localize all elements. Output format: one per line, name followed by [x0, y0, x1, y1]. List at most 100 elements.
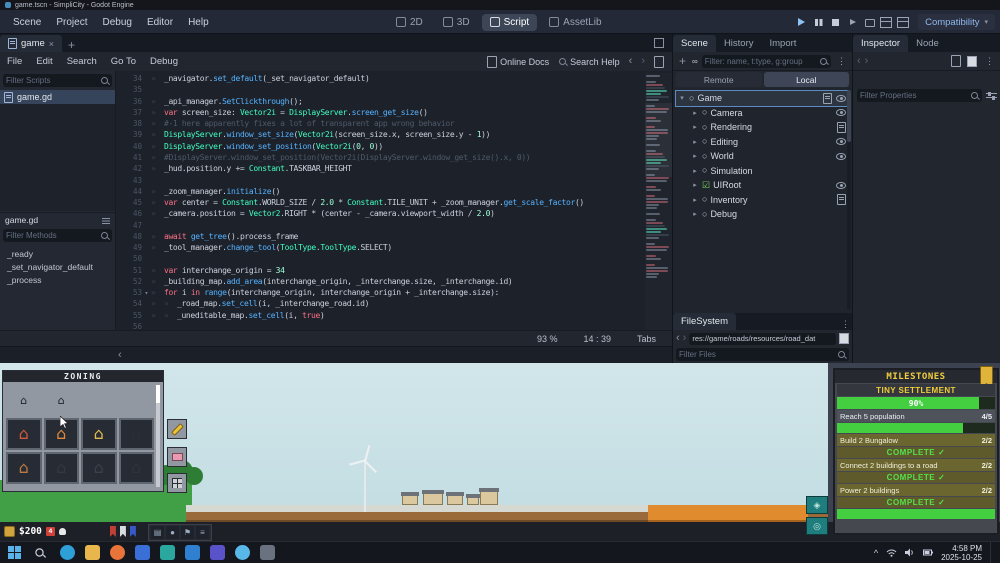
script-attached-icon[interactable] [837, 194, 846, 206]
scene-node-world[interactable]: ▸ ○ World [676, 149, 849, 164]
scene-node-simulation[interactable]: ▸ ○ Simulation [676, 164, 849, 179]
line-number[interactable]: 55 [116, 311, 142, 320]
scene-filter-input[interactable] [704, 56, 819, 66]
history-forward-icon[interactable]: › [641, 56, 645, 67]
visibility-toggle-icon[interactable] [836, 94, 846, 102]
zoning-item[interactable]: ⌂ [44, 384, 80, 416]
expand-script-editor-icon[interactable] [654, 38, 664, 48]
line-number[interactable]: 47 [116, 221, 142, 230]
inspector-menu-icon[interactable]: ⋮ [983, 56, 996, 67]
save-resource-icon[interactable] [967, 55, 977, 67]
method-item--set-navigator-default[interactable]: _set_navigator_default [0, 260, 115, 273]
filesystem-path-input[interactable] [692, 334, 833, 343]
play-icon[interactable] [796, 17, 807, 28]
scrollbar-thumb[interactable] [847, 90, 851, 142]
app-gray-icon[interactable] [260, 545, 275, 560]
filter-scripts-input[interactable] [6, 76, 100, 85]
zoning-item[interactable]: ⌂ [81, 452, 117, 484]
tab-history[interactable]: History [716, 35, 762, 52]
history-back-icon[interactable]: ‹ [118, 349, 122, 361]
inspector-back-icon[interactable]: ‹ [857, 55, 861, 67]
line-number[interactable]: 46 [116, 209, 142, 218]
expander-icon[interactable]: ▾ [678, 94, 686, 102]
line-number[interactable]: 43 [116, 176, 142, 185]
scene-tree-scrollbar[interactable] [847, 90, 851, 310]
vscode-icon[interactable] [185, 545, 200, 560]
grid-tool-button[interactable] [167, 473, 187, 493]
fold-arrow-icon[interactable]: ▾ [142, 289, 151, 297]
tab-import[interactable]: Import [762, 35, 805, 52]
tray-chevron-icon[interactable]: ^ [874, 548, 878, 558]
bell-icon[interactable] [58, 528, 66, 535]
line-number[interactable]: 38 [116, 119, 142, 128]
map-overlay-button[interactable]: ◈ [806, 496, 828, 514]
tab-scene[interactable]: Scene [673, 35, 716, 52]
line-number[interactable]: 44 [116, 187, 142, 196]
app-indigo-icon[interactable] [210, 545, 225, 560]
add-node-button[interactable]: + [677, 54, 688, 68]
line-number[interactable]: 34 [116, 74, 142, 83]
taskbar-search-icon[interactable] [34, 547, 45, 558]
zoning-item[interactable]: ⌂ [43, 452, 79, 484]
firefox-browser-icon[interactable] [110, 545, 125, 560]
line-number[interactable]: 50 [116, 254, 142, 263]
line-number[interactable]: 52 [116, 277, 142, 286]
visibility-toggle-icon[interactable] [836, 109, 846, 117]
expander-icon[interactable]: ▸ [691, 152, 699, 160]
hud-tray-button[interactable]: ⚑ [181, 526, 194, 539]
caret-position[interactable]: 14 : 39 [583, 334, 611, 344]
edge-browser-icon[interactable] [60, 545, 75, 560]
scene-menu-icon[interactable]: ⋮ [835, 56, 848, 67]
movie-icon[interactable] [864, 17, 875, 28]
expander-icon[interactable]: ▸ [691, 109, 699, 117]
expander-icon[interactable]: ▸ [691, 181, 699, 189]
expander-icon[interactable]: ▸ [691, 167, 699, 175]
mode-tab-3d[interactable]: 3D [435, 14, 478, 31]
line-number[interactable]: 49 [116, 243, 142, 252]
minimap-viewport[interactable] [645, 103, 672, 177]
script-menu-go-to[interactable]: Go To [104, 56, 143, 67]
filter-properties-input[interactable] [860, 91, 970, 100]
line-number[interactable]: 36 [116, 97, 142, 106]
script-list-item[interactable]: game.gd [0, 90, 115, 104]
visibility-toggle-icon[interactable] [836, 152, 846, 160]
filter-methods-input[interactable] [6, 231, 100, 240]
close-icon[interactable]: × [49, 39, 54, 49]
instantiate-scene-icon[interactable]: ∞ [692, 57, 698, 66]
stop-icon[interactable] [830, 17, 841, 28]
zoning-item[interactable]: ⌂ [6, 452, 42, 484]
script-menu-search[interactable]: Search [60, 56, 104, 67]
erase-tool-button[interactable] [167, 447, 187, 467]
zoning-scrollbar[interactable] [156, 385, 160, 487]
line-number[interactable]: 45 [116, 198, 142, 207]
line-number[interactable]: 37 [116, 108, 142, 117]
menu-scene[interactable]: Scene [6, 14, 48, 31]
mode-tab-assetlib[interactable]: AssetLib [541, 14, 609, 31]
line-number[interactable]: 48 [116, 232, 142, 241]
script-menu-file[interactable]: File [0, 56, 29, 67]
visibility-toggle-icon[interactable] [836, 181, 846, 189]
scene-node-debug[interactable]: ▸ ○ Debug [676, 207, 849, 222]
local-button[interactable]: Local [763, 72, 849, 87]
sort-methods-icon[interactable] [102, 217, 110, 224]
hud-tray-button[interactable]: ● [166, 526, 179, 539]
zoning-item[interactable]: ⌂ [118, 452, 154, 484]
editor-layout-icon[interactable] [880, 17, 892, 28]
zoning-item[interactable]: ⌂ [6, 418, 42, 450]
renderer-select[interactable]: Compatibility ▾ [918, 14, 995, 30]
single-window-icon[interactable] [897, 17, 909, 28]
filesystem-menu-icon[interactable]: ⋮ [839, 319, 852, 330]
scene-node-editing[interactable]: ▸ ○ Editing [676, 135, 849, 150]
app-lightblue-icon[interactable] [235, 545, 250, 560]
play-scene-icon[interactable] [847, 17, 858, 28]
new-resource-icon[interactable] [951, 55, 961, 67]
online-docs-button[interactable]: Online Docs [487, 55, 549, 68]
pause-icon[interactable] [813, 17, 824, 28]
line-number[interactable]: 51 [116, 266, 142, 275]
compass-overlay-button[interactable]: ◎ [806, 517, 828, 535]
method-item--process[interactable]: _process [0, 273, 115, 286]
hud-tray-button[interactable]: ▤ [151, 526, 164, 539]
scene-node-camera[interactable]: ▸ ○ Camera [676, 106, 849, 121]
expander-icon[interactable]: ▸ [691, 138, 699, 146]
speaker-icon[interactable] [905, 548, 915, 557]
